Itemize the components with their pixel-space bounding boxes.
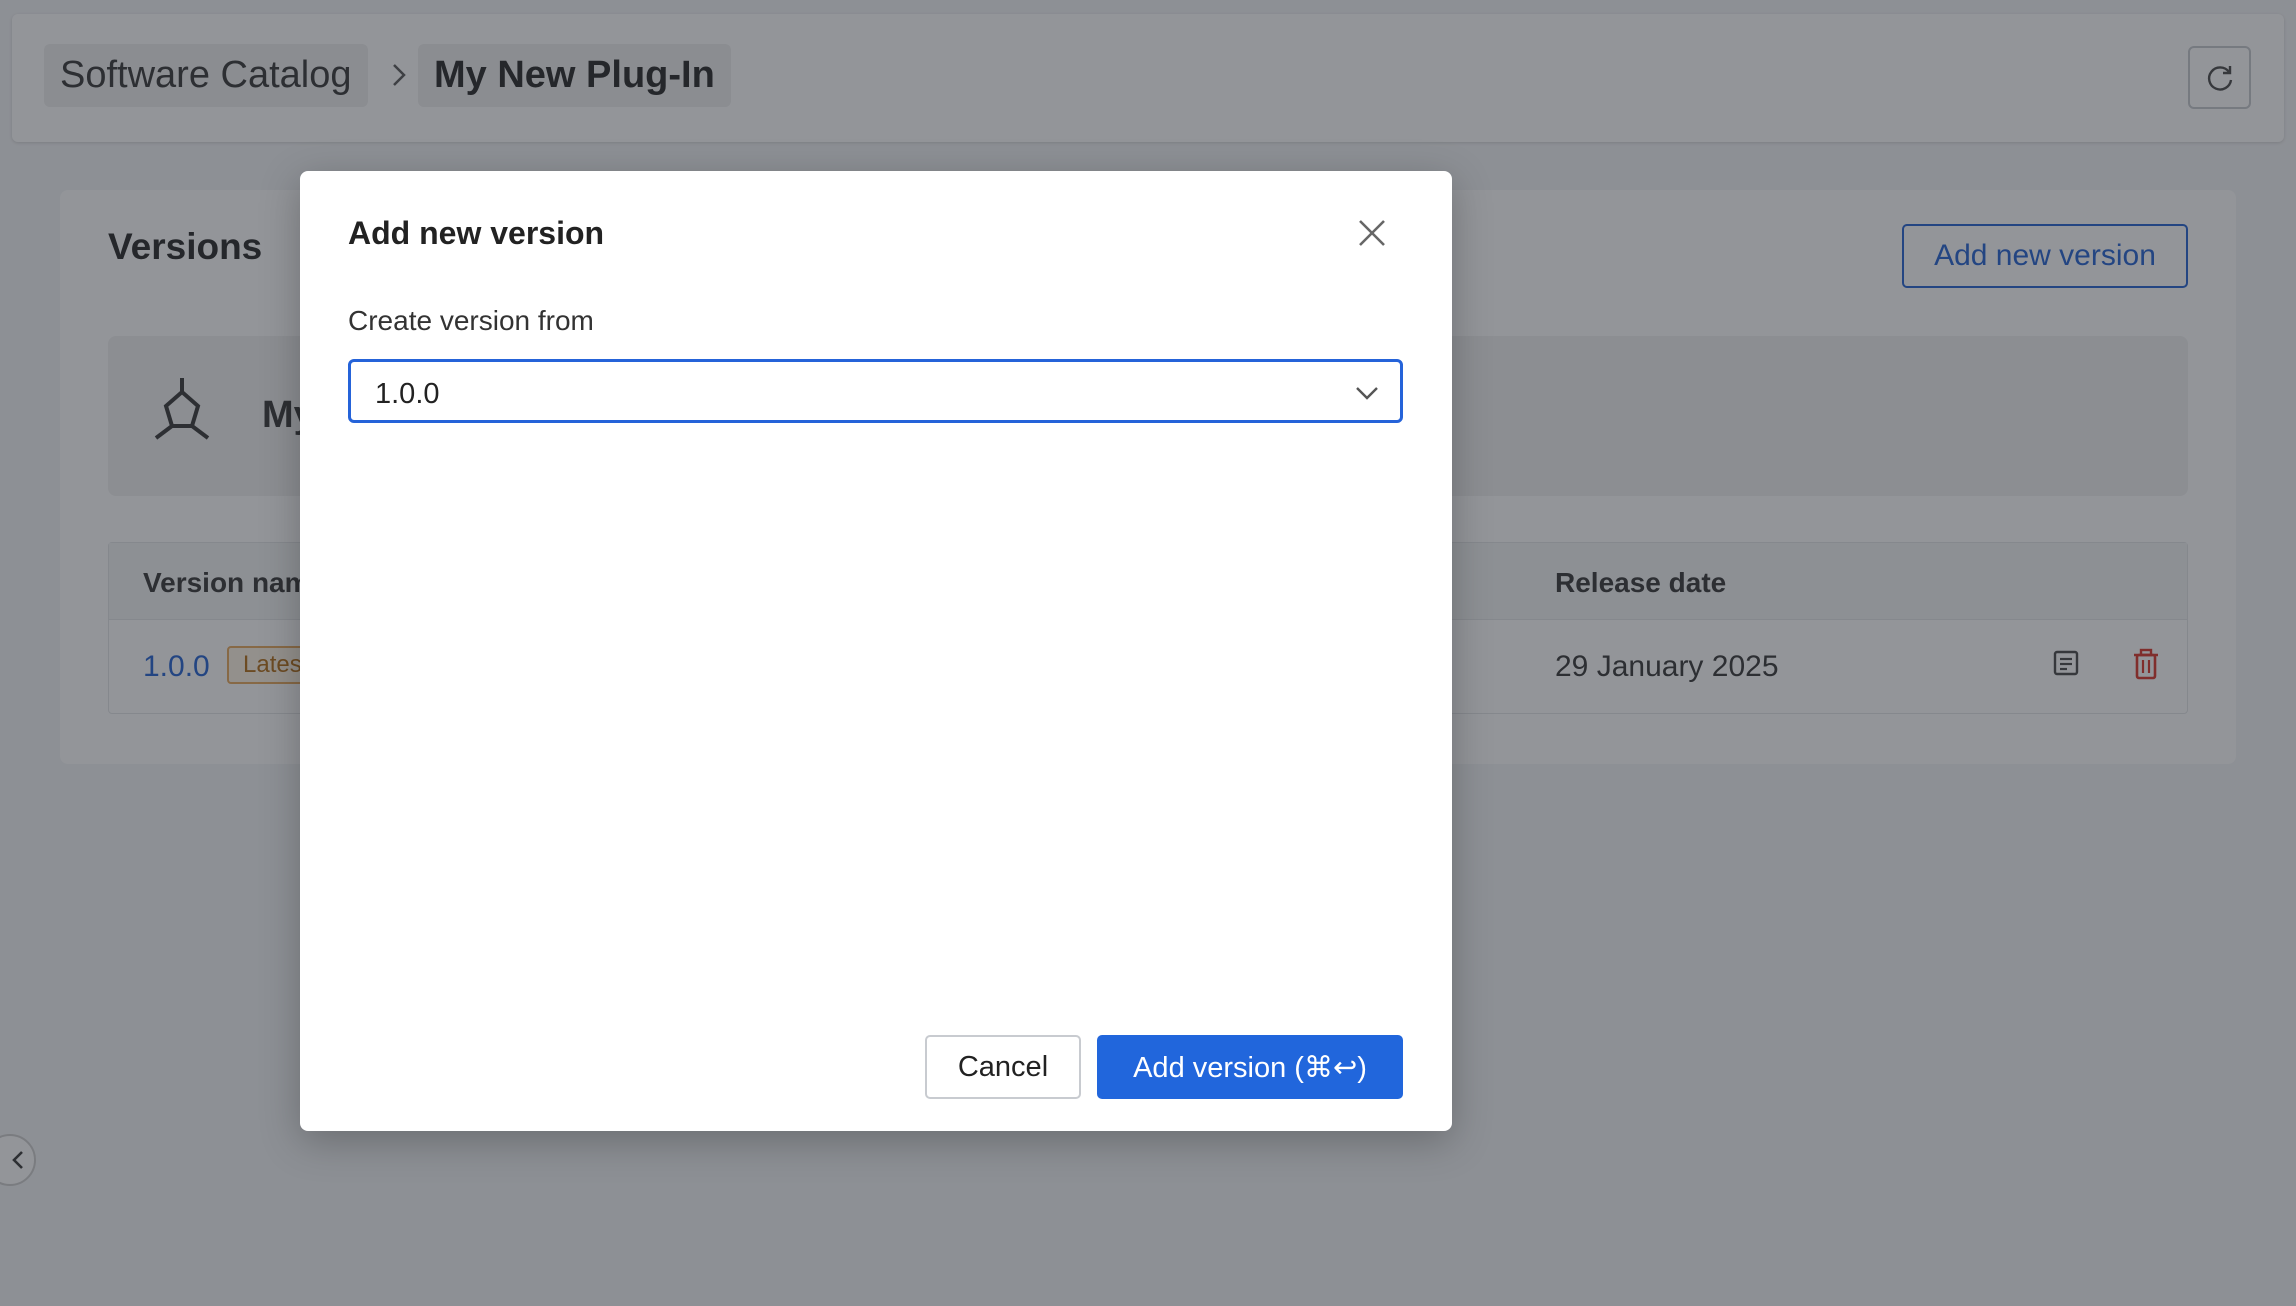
- add-version-dialog: Add new version Create version from 1.0.…: [300, 171, 1452, 1131]
- version-source-select[interactable]: 1.0.0: [348, 359, 1403, 423]
- dialog-title: Add new version: [348, 215, 605, 251]
- chevron-down-icon: [1354, 380, 1380, 411]
- selected-version-value: 1.0.0: [375, 378, 440, 410]
- close-button[interactable]: [1354, 215, 1390, 251]
- create-version-from-label: Create version from: [348, 305, 594, 336]
- close-icon: [1359, 220, 1385, 246]
- add-version-button[interactable]: Add version (⌘↩): [1097, 1035, 1403, 1099]
- cancel-button[interactable]: Cancel: [925, 1035, 1081, 1099]
